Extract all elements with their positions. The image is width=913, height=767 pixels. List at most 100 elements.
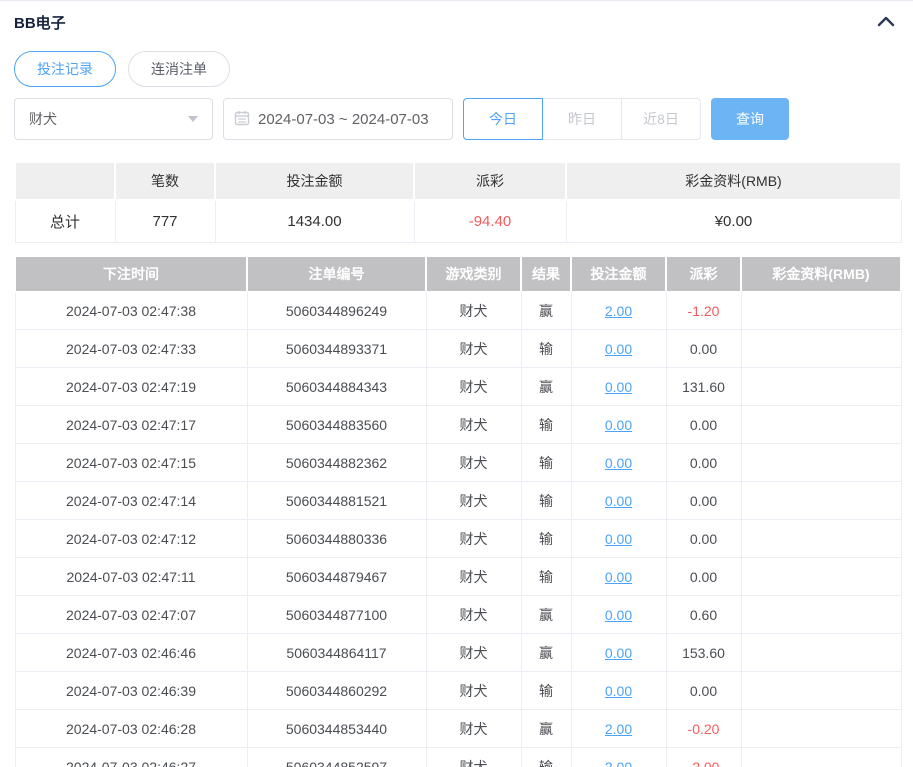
cell-bet-amount: 2.00 — [570, 747, 667, 767]
cell-result: 赢 — [520, 291, 572, 330]
cell-bonus — [740, 709, 902, 748]
cell-game-type: 财犬 — [425, 557, 522, 596]
cell-order-number: 5060344879467 — [246, 557, 427, 596]
cell-bonus — [740, 367, 902, 406]
query-button[interactable]: 查询 — [711, 98, 789, 140]
bet-amount-link[interactable]: 0.00 — [605, 607, 632, 623]
bet-amount-link[interactable]: 0.00 — [605, 531, 632, 547]
cell-order-number: 5060344883560 — [246, 405, 427, 444]
cell-result: 赢 — [520, 709, 572, 748]
cell-bet-time: 2024-07-03 02:47:12 — [14, 519, 248, 558]
quick-range-today[interactable]: 今日 — [463, 98, 543, 140]
cell-order-number: 5060344853440 — [246, 709, 427, 748]
quick-range-last8days[interactable]: 近8日 — [621, 98, 701, 140]
records-header-row: 下注时间 注单编号 游戏类别 结果 投注金额 派彩 彩金资料(RMB) — [14, 254, 902, 293]
collapse-button[interactable] — [873, 11, 899, 34]
bet-amount-link[interactable]: 0.00 — [605, 379, 632, 395]
cell-bet-amount: 0.00 — [570, 633, 667, 672]
records-header-payout: 派彩 — [665, 254, 742, 293]
cell-result: 输 — [520, 747, 572, 767]
cell-order-number: 5060344860292 — [246, 671, 427, 710]
bet-amount-link[interactable]: 2.00 — [605, 721, 632, 737]
cell-order-number: 5060344884343 — [246, 367, 427, 406]
cell-bet-time: 2024-07-03 02:47:11 — [14, 557, 248, 596]
cell-bonus — [740, 329, 902, 368]
game-select-value: 财犬 — [29, 111, 57, 127]
summary-header-row: 笔数 投注金额 派彩 彩金资料(RMB) — [14, 161, 902, 201]
cell-payout: -2.00 — [665, 747, 742, 767]
quick-range-yesterday[interactable]: 昨日 — [542, 98, 622, 140]
summary-total-payout: -94.40 — [413, 199, 567, 243]
bet-amount-link[interactable]: 0.00 — [605, 569, 632, 585]
summary-total-label: 总计 — [14, 199, 116, 243]
cell-bonus — [740, 481, 902, 520]
table-row: 2024-07-03 02:47:12 5060344880336 财犬 输 0… — [14, 519, 902, 558]
cell-order-number: 5060344880336 — [246, 519, 427, 558]
tab-cancelled-orders[interactable]: 连消注单 — [128, 51, 230, 87]
cell-bet-amount: 0.00 — [570, 671, 667, 710]
cell-game-type: 财犬 — [425, 747, 522, 767]
bet-amount-link[interactable]: 2.00 — [605, 759, 632, 767]
cell-bet-time: 2024-07-03 02:47:38 — [14, 291, 248, 330]
cell-result: 输 — [520, 671, 572, 710]
table-row: 2024-07-03 02:46:39 5060344860292 财犬 输 0… — [14, 671, 902, 710]
cell-bonus — [740, 747, 902, 767]
bet-records-panel: BB电子 投注记录 连消注单 财犬 2024-07-03 ~ 2024-07-0… — [0, 1, 913, 767]
cell-bet-time: 2024-07-03 02:47:19 — [14, 367, 248, 406]
cell-order-number: 5060344881521 — [246, 481, 427, 520]
panel-title: BB电子 — [14, 14, 66, 32]
bet-amount-link[interactable]: 0.00 — [605, 645, 632, 661]
cell-bet-amount: 0.00 — [570, 443, 667, 482]
tab-bet-records[interactable]: 投注记录 — [14, 51, 116, 87]
cell-bonus — [740, 291, 902, 330]
cell-result: 输 — [520, 443, 572, 482]
bet-amount-link[interactable]: 0.00 — [605, 493, 632, 509]
cell-bet-time: 2024-07-03 02:46:39 — [14, 671, 248, 710]
table-row: 2024-07-03 02:47:14 5060344881521 财犬 输 0… — [14, 481, 902, 520]
tab-bar: 投注记录 连消注单 — [14, 51, 899, 87]
quick-range-group: 今日 昨日 近8日 — [463, 98, 701, 140]
cell-bonus — [740, 671, 902, 710]
summary-header-payout: 派彩 — [413, 161, 567, 201]
cell-payout: 0.00 — [665, 671, 742, 710]
cell-payout: 0.00 — [665, 405, 742, 444]
bet-amount-link[interactable]: 0.00 — [605, 341, 632, 357]
chevron-up-icon — [877, 15, 895, 30]
cell-bet-time: 2024-07-03 02:46:46 — [14, 633, 248, 672]
cell-game-type: 财犬 — [425, 329, 522, 368]
bet-amount-link[interactable]: 2.00 — [605, 303, 632, 319]
cell-payout: 0.00 — [665, 329, 742, 368]
bet-amount-link[interactable]: 0.00 — [605, 683, 632, 699]
summary-header-bet-amount: 投注金额 — [214, 161, 415, 201]
date-range-value: 2024-07-03 ~ 2024-07-03 — [258, 110, 429, 128]
cell-payout: 0.00 — [665, 443, 742, 482]
cell-result: 赢 — [520, 633, 572, 672]
calendar-icon — [234, 110, 250, 129]
cell-order-number: 5060344896249 — [246, 291, 427, 330]
bet-amount-link[interactable]: 0.00 — [605, 455, 632, 471]
table-row: 2024-07-03 02:47:11 5060344879467 财犬 输 0… — [14, 557, 902, 596]
panel-header: BB电子 — [14, 1, 899, 41]
table-row: 2024-07-03 02:46:46 5060344864117 财犬 赢 0… — [14, 633, 902, 672]
cell-result: 赢 — [520, 595, 572, 634]
summary-header-bonus: 彩金资料(RMB) — [565, 161, 902, 201]
cell-bonus — [740, 557, 902, 596]
cell-bet-time: 2024-07-03 02:47:33 — [14, 329, 248, 368]
cell-game-type: 财犬 — [425, 405, 522, 444]
table-row: 2024-07-03 02:47:17 5060344883560 财犬 输 0… — [14, 405, 902, 444]
cell-bonus — [740, 443, 902, 482]
cell-bet-amount: 0.00 — [570, 595, 667, 634]
cell-payout: 0.00 — [665, 519, 742, 558]
cell-bonus — [740, 633, 902, 672]
cell-bet-amount: 2.00 — [570, 709, 667, 748]
summary-total-bet-amount: 1434.00 — [214, 199, 415, 243]
cell-result: 输 — [520, 557, 572, 596]
game-select[interactable]: 财犬 — [14, 98, 213, 140]
bet-amount-link[interactable]: 0.00 — [605, 417, 632, 433]
cell-bet-time: 2024-07-03 02:47:14 — [14, 481, 248, 520]
cell-result: 赢 — [520, 367, 572, 406]
cell-payout: 0.60 — [665, 595, 742, 634]
cell-bet-amount: 2.00 — [570, 291, 667, 330]
cell-game-type: 财犬 — [425, 367, 522, 406]
date-range-picker[interactable]: 2024-07-03 ~ 2024-07-03 — [223, 98, 453, 140]
